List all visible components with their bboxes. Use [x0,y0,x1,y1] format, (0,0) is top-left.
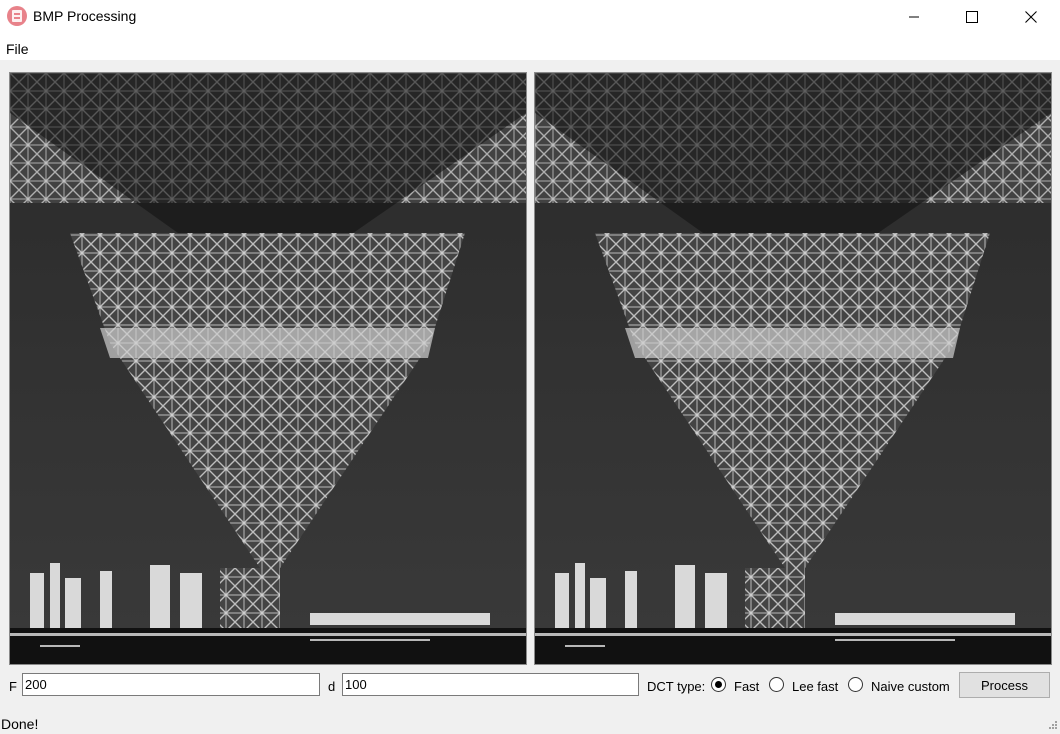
dct-fast-label[interactable]: Fast [734,679,759,694]
process-button[interactable]: Process [959,672,1050,698]
resize-grip-icon[interactable] [1046,720,1058,732]
app-icon [7,6,27,26]
f-label: F [9,679,17,694]
status-bar: Done! [0,710,1060,734]
processed-image [534,72,1052,665]
d-input[interactable] [342,673,639,696]
dct-naive-custom-label[interactable]: Naive custom [871,679,950,694]
maximize-icon [966,10,978,23]
d-label: d [328,679,336,694]
close-icon [1025,10,1037,23]
dct-type-label: DCT type: [647,679,706,694]
menu-bar: File [0,33,1060,60]
menu-file[interactable]: File [6,41,29,57]
f-input[interactable] [22,673,320,696]
bridge-image-left [10,73,526,664]
minimize-button[interactable] [885,0,943,33]
controls-row: F d DCT type: Fast Lee fast Naive custom… [0,672,1060,700]
dct-lee-fast-radio[interactable] [769,677,784,692]
dct-fast-radio[interactable] [711,677,726,692]
main-content: F d DCT type: Fast Lee fast Naive custom… [0,60,1060,710]
window-title: BMP Processing [33,8,137,24]
dct-lee-fast-label[interactable]: Lee fast [792,679,838,694]
title-bar[interactable]: BMP Processing [0,0,1060,33]
original-image [9,72,527,665]
maximize-button[interactable] [943,0,1001,33]
bridge-image-right [535,73,1051,664]
dct-naive-custom-radio[interactable] [848,677,863,692]
minimize-icon [909,16,919,17]
close-button[interactable] [1002,0,1060,33]
app-window: BMP Processing File F 200 d 100 DCT type… [0,0,1060,734]
status-text: Done! [1,716,39,732]
